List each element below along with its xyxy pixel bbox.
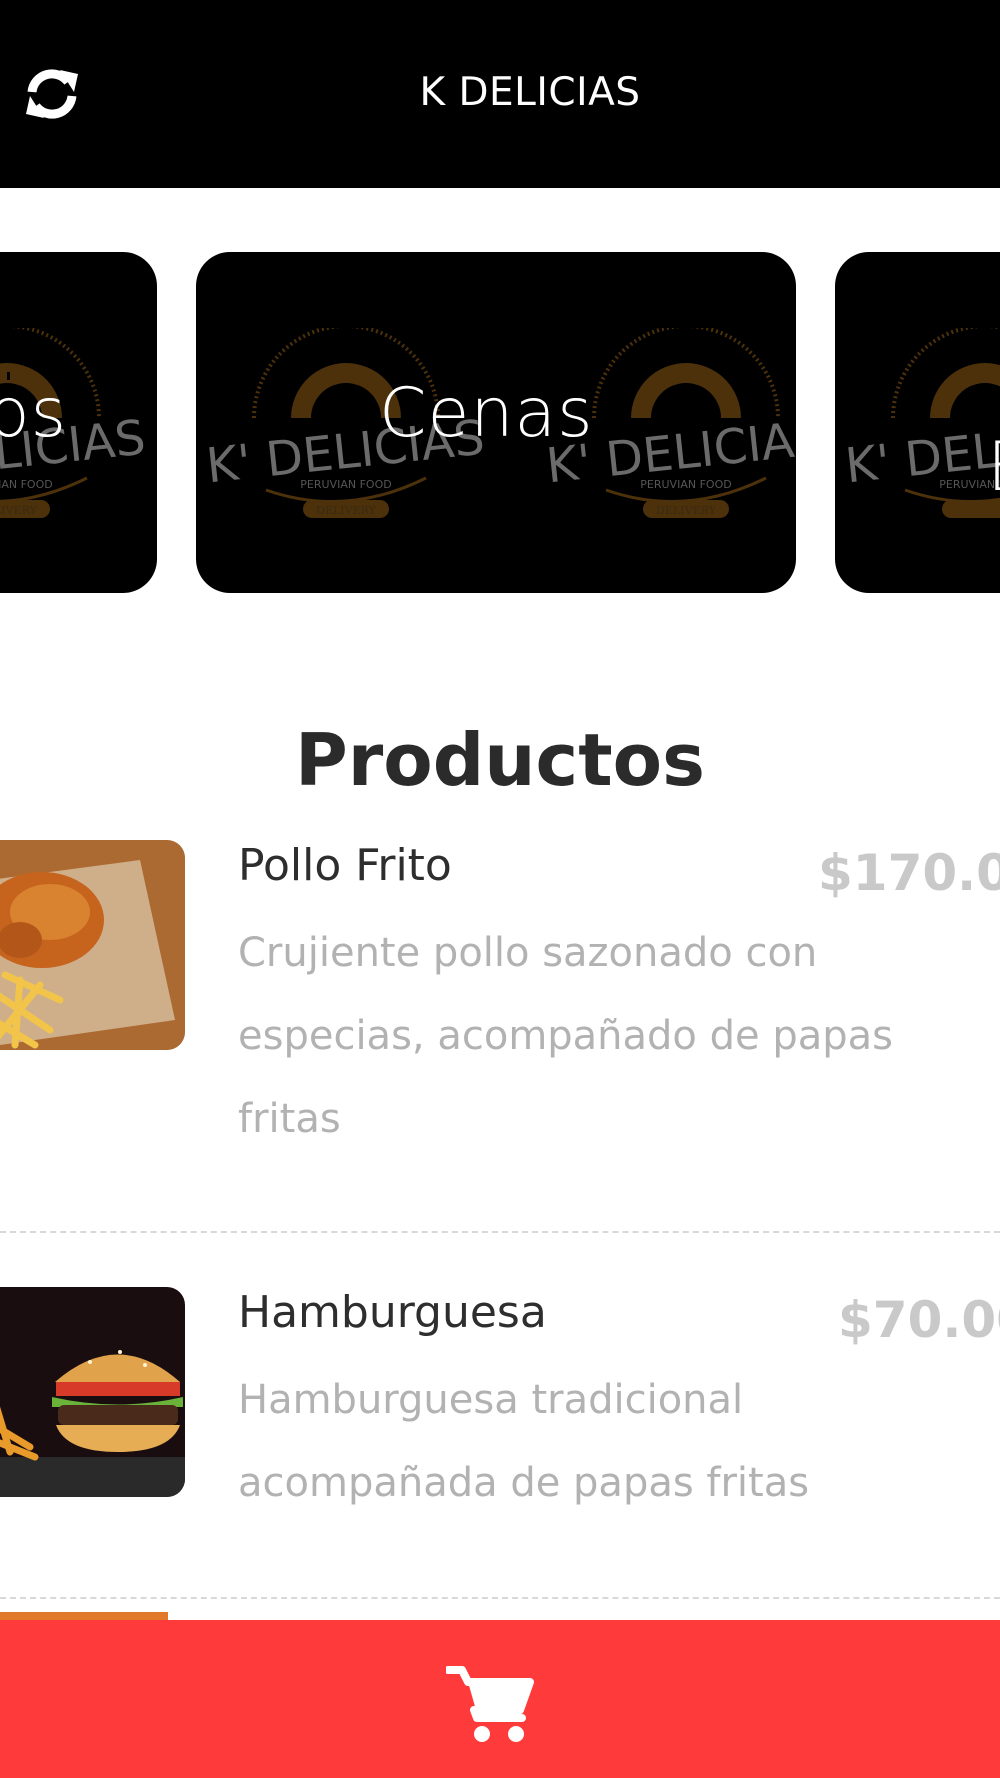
logo-tagline: PERUVIAN FOOD [640,478,731,491]
product-name: Pollo Frito [238,840,452,891]
section-title-productos: Productos [295,718,705,802]
product-image-partial [0,1612,168,1620]
logo-badge: DELIVERY [0,504,38,517]
category-card-cenas[interactable]: K' DELICIAS PERUVIAN FOOD DELIVERY K' DE… [196,252,796,593]
product-image-pollo-frito[interactable] [0,840,185,1050]
logo-tagline: PERUVIAN FOOD [300,478,391,491]
category-card[interactable]: K' DELICIAS PERUVIAN FOOD DELIVERY os [0,252,157,593]
category-card[interactable]: K' DELICIAS PERUVIAN FOOD B [835,252,1000,593]
category-carousel[interactable]: K' DELICIAS PERUVIAN FOOD DELIVERY os K'… [0,252,1000,594]
product-item[interactable]: Hamburguesa $70.00 Hamburguesa tradicion… [0,1287,1000,1587]
brand-logo: K' DELICIAS PERUVIAN FOOD [843,328,1000,518]
category-label: B [987,428,1000,507]
divider [0,1597,1000,1599]
app-title: K DELICIAS [419,70,641,115]
product-description: Hamburguesa tradicional acompañada de pa… [238,1377,810,1506]
divider [0,1231,1000,1233]
product-description: Crujiente pollo sazonado con especias, a… [238,930,893,1142]
cart-bar[interactable] [0,1620,1000,1778]
product-price: $170.00 [818,844,1000,902]
logo-badge: DELIVERY [656,504,716,517]
product-item[interactable]: Pollo Frito $170.00 Crujiente pollo sazo… [0,840,1000,1170]
cart-icon[interactable] [446,1664,534,1744]
app-header: K DELICIAS [0,0,1000,188]
category-label: os [0,374,68,453]
product-price: $70.00 [838,1291,1000,1349]
category-label: Cenas [379,374,594,453]
product-name: Hamburguesa [238,1287,547,1338]
logo-tagline: PERUVIAN FOOD [0,478,53,491]
product-image-hamburguesa[interactable] [0,1287,185,1497]
logo-badge: DELIVERY [316,504,376,517]
